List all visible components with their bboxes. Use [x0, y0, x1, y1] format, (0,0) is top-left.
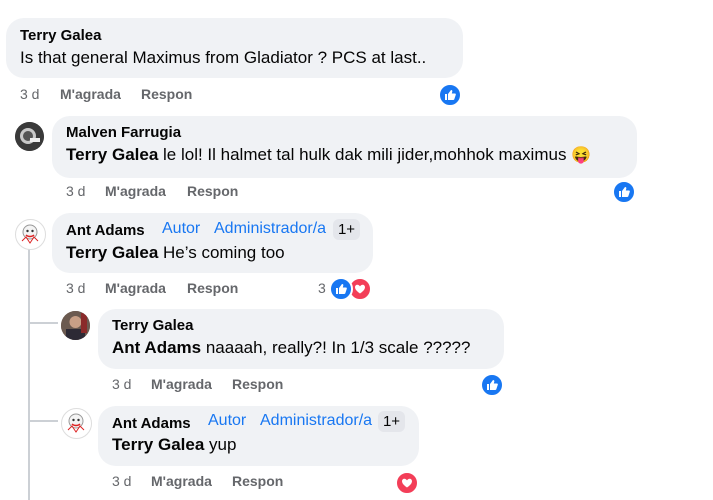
- emoji: 😝: [571, 147, 592, 164]
- reply-button[interactable]: Respon: [232, 376, 283, 392]
- avatar[interactable]: [61, 311, 90, 340]
- comment-text: Ant Adams naaaah, really?! In 1/3 scale …: [112, 338, 470, 358]
- thread-line-branch: [28, 420, 58, 422]
- mention-link[interactable]: Terry Galea: [66, 145, 158, 164]
- comment-body: He’s coming too: [158, 243, 285, 262]
- reply-button[interactable]: Respon: [187, 280, 238, 296]
- comment-author[interactable]: Malven Farrugia: [66, 124, 181, 141]
- like-button[interactable]: M'agrada: [60, 86, 121, 102]
- comment-author[interactable]: Ant Adams: [66, 222, 145, 239]
- avatar[interactable]: [15, 219, 46, 250]
- comment-author[interactable]: Terry Galea: [20, 27, 101, 44]
- reply-button[interactable]: Respon: [141, 86, 192, 102]
- author-badge: Autor: [162, 220, 201, 237]
- reply-button[interactable]: Respon: [187, 183, 238, 199]
- comment-time[interactable]: 3 d: [112, 473, 131, 489]
- more-badges[interactable]: 1+: [333, 219, 360, 240]
- comment-body: le lol! Il halmet tal hulk dak mili jide…: [158, 145, 567, 164]
- author-badge: Autor: [208, 412, 247, 429]
- comment-time[interactable]: 3 d: [66, 183, 85, 199]
- mention-link[interactable]: Ant Adams: [112, 338, 201, 357]
- comment-text: Is that general Maximus from Gladiator ?…: [20, 48, 427, 67]
- comment-text: Terry Galea He’s coming too: [66, 243, 285, 263]
- more-badges[interactable]: 1+: [378, 411, 405, 432]
- mention-link[interactable]: Terry Galea: [66, 243, 158, 262]
- comment-time[interactable]: 3 d: [66, 280, 85, 296]
- comment-time[interactable]: 3 d: [112, 376, 131, 392]
- like-reaction-icon[interactable]: [438, 83, 462, 107]
- like-button[interactable]: M'agrada: [151, 376, 212, 392]
- mention-link[interactable]: Terry Galea: [112, 435, 204, 454]
- admin-badge: Administrador/a: [260, 412, 373, 429]
- comment-text: Terry Galea yup: [112, 435, 236, 455]
- like-button[interactable]: M'agrada: [105, 183, 166, 199]
- like-reaction-icon[interactable]: [329, 277, 353, 301]
- like-button[interactable]: M'agrada: [151, 473, 212, 489]
- like-reaction-icon[interactable]: [480, 373, 504, 397]
- comment-author[interactable]: Ant Adams: [112, 415, 191, 432]
- comment-body: yup: [204, 435, 237, 454]
- thread-line: [28, 245, 30, 500]
- avatar[interactable]: [61, 408, 92, 439]
- heart-reaction-icon[interactable]: [395, 471, 419, 495]
- avatar[interactable]: [15, 122, 44, 151]
- like-reaction-icon[interactable]: [612, 180, 636, 204]
- comment-author[interactable]: Terry Galea: [112, 317, 193, 334]
- admin-badge: Administrador/a: [214, 220, 327, 237]
- reaction-count[interactable]: 3: [318, 280, 326, 296]
- thread-line-branch: [28, 322, 58, 324]
- like-button[interactable]: M'agrada: [105, 280, 166, 296]
- comment-text: Terry Galea le lol! Il halmet tal hulk d…: [66, 145, 591, 165]
- comment-body: naaaah, really?! In 1/3 scale ?????: [201, 338, 471, 357]
- comment-time[interactable]: 3 d: [20, 86, 39, 102]
- reply-button[interactable]: Respon: [232, 473, 283, 489]
